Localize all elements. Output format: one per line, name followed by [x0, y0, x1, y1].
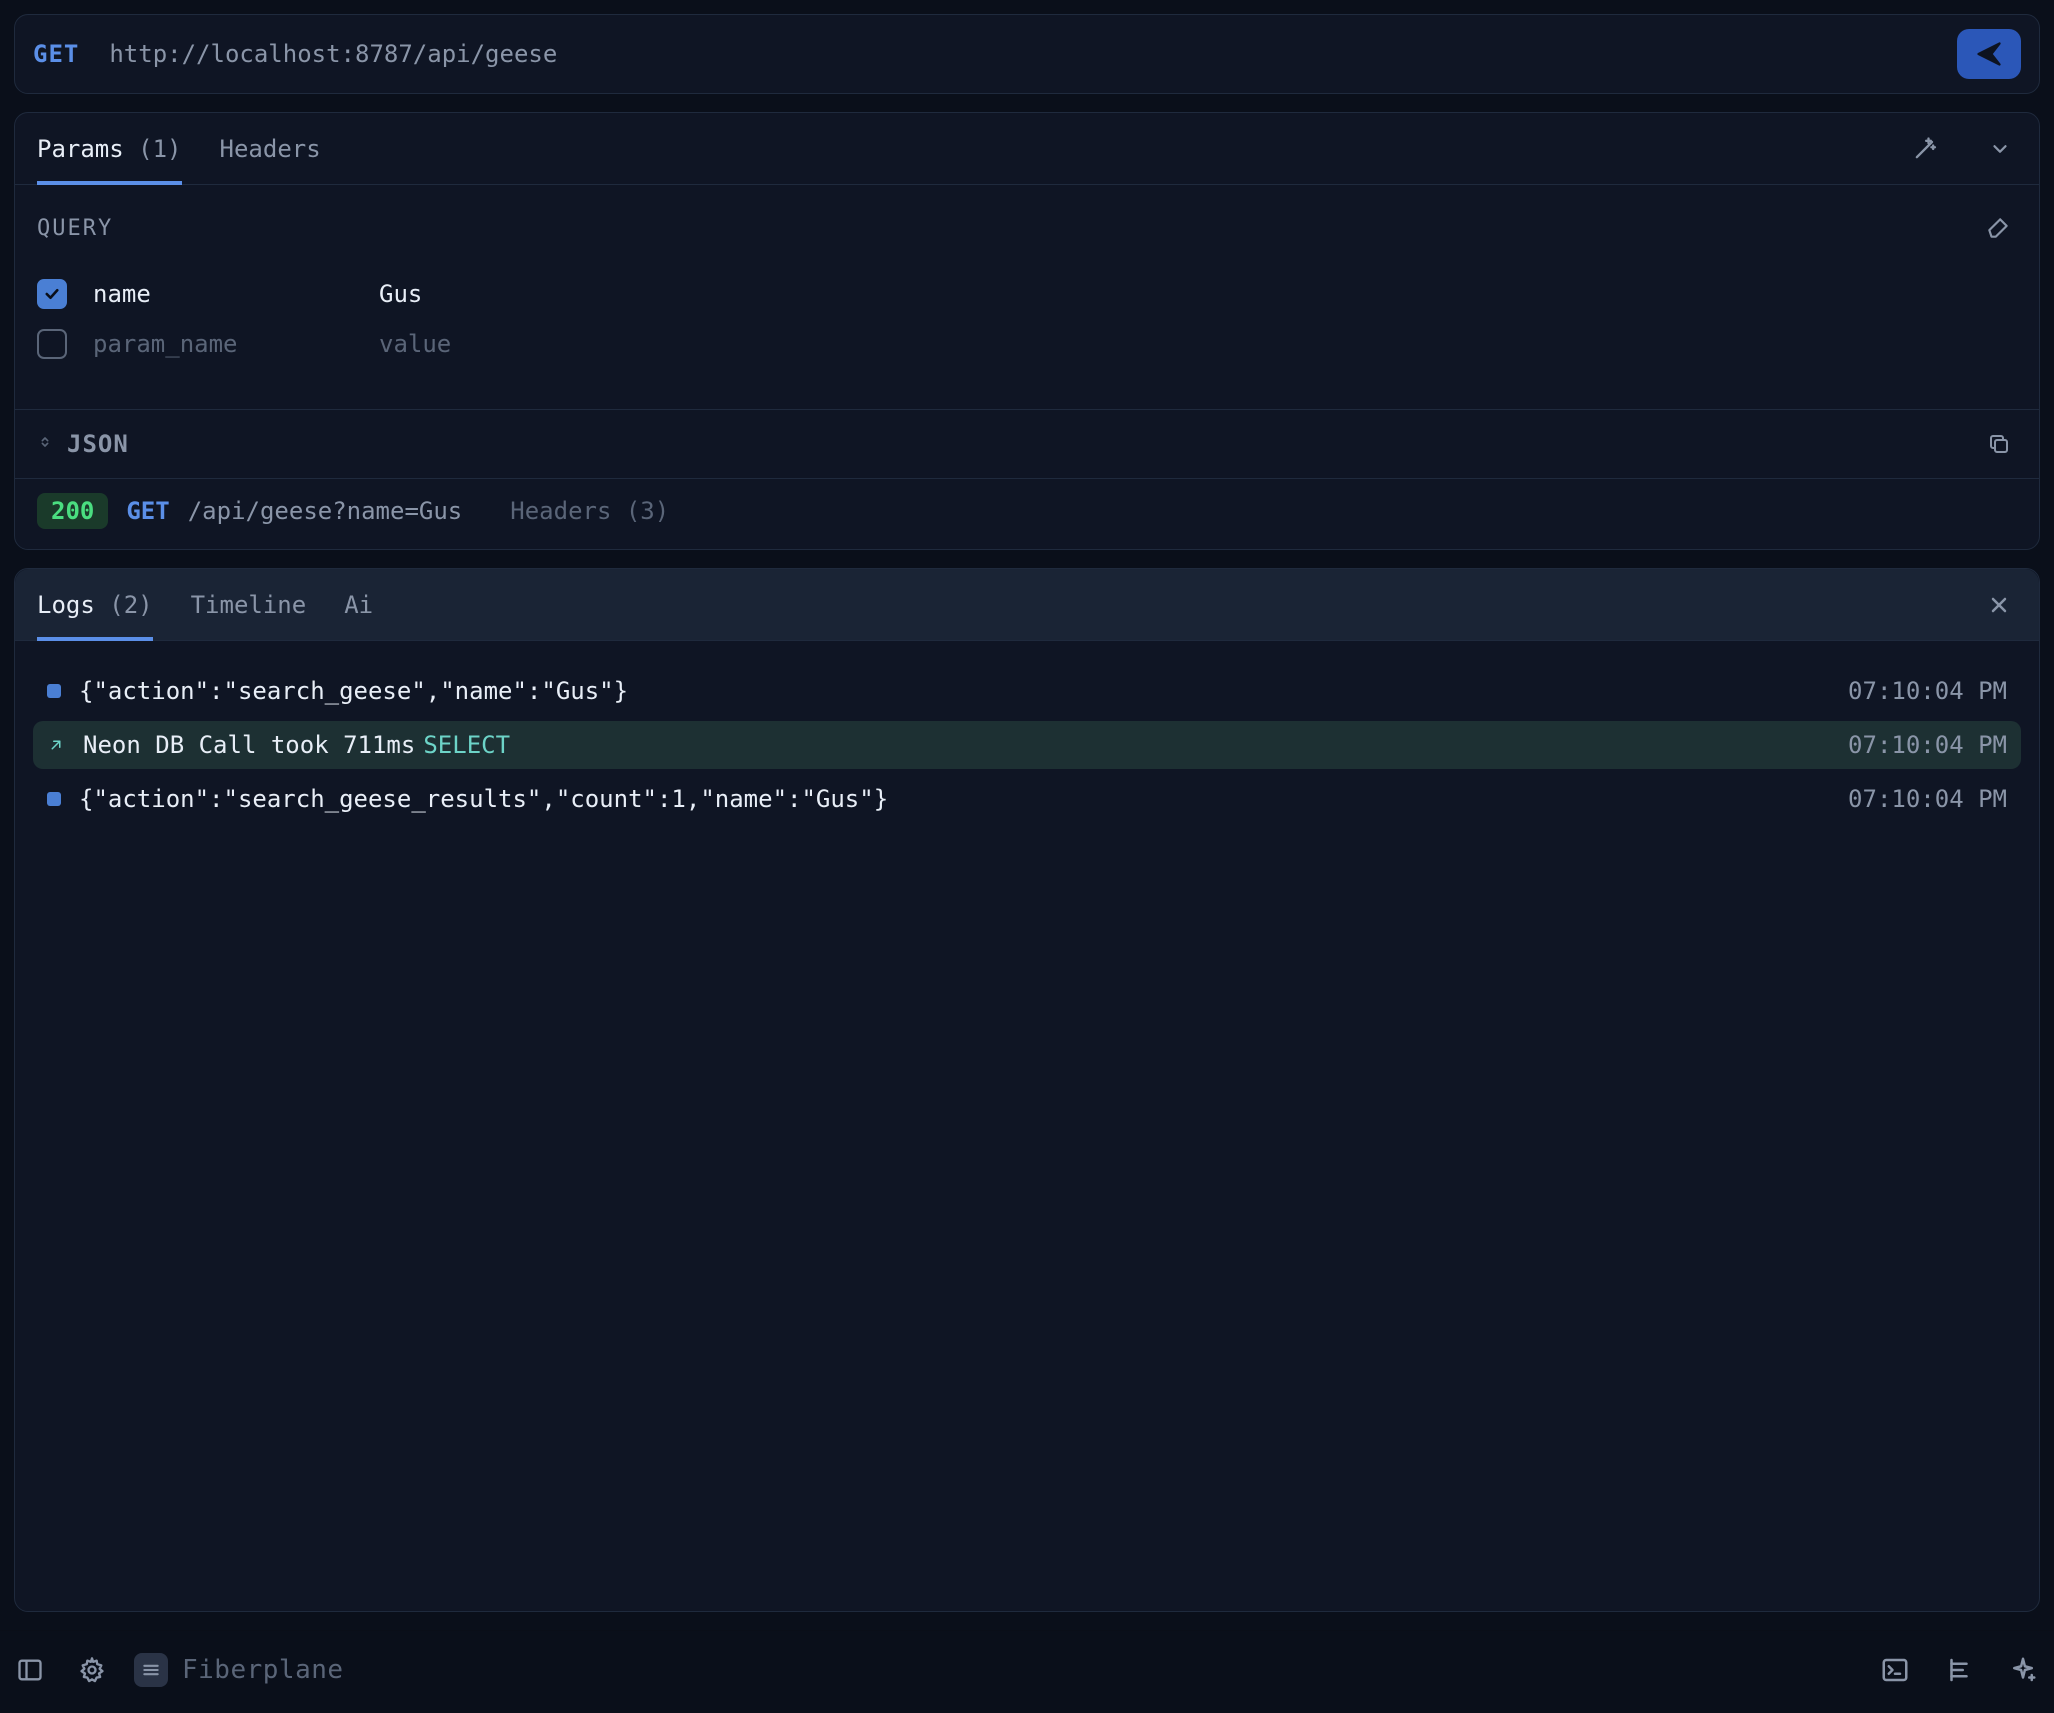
tab-logs[interactable]: Logs (2) [37, 569, 153, 641]
copy-icon [1987, 432, 2011, 456]
sort-icon[interactable] [37, 432, 53, 457]
close-icon [1987, 593, 2011, 617]
param-value-input[interactable] [379, 280, 2017, 308]
terminal-button[interactable] [1874, 1649, 1916, 1691]
tab-params-label: Params [37, 135, 124, 163]
gear-icon [78, 1656, 106, 1684]
tab-ai[interactable]: Ai [344, 569, 373, 641]
log-timestamp: 07:10:04 PM [1848, 677, 2007, 705]
url-input[interactable] [109, 40, 1927, 68]
tab-logs-count: (2) [109, 591, 152, 619]
settings-button[interactable] [72, 1650, 112, 1690]
log-message: Neon DB Call took 711msSELECT [83, 731, 1830, 759]
param-row-empty [37, 319, 2017, 369]
response-headers-count[interactable]: Headers (3) [510, 497, 669, 525]
expand-button[interactable] [1983, 132, 2017, 166]
brand-label: Fiberplane [182, 1655, 344, 1685]
chevron-down-icon [1989, 138, 2011, 160]
response-meta: JSON 200 GET /api/geese?name=Gus Headers… [15, 409, 2039, 549]
log-message: {"action":"search_geese","name":"Gus"} [79, 677, 1830, 705]
log-timestamp: 07:10:04 PM [1848, 785, 2007, 813]
logs-panel: Logs (2) Timeline Ai {"action":"search_g… [14, 568, 2040, 1612]
params-tabs: Params (1) Headers [15, 113, 2039, 185]
params-panel: Params (1) Headers QUERY [14, 112, 2040, 550]
param-row [37, 269, 2017, 319]
tab-params[interactable]: Params (1) [37, 113, 182, 185]
status-code-badge: 200 [37, 493, 108, 529]
database-icon [47, 736, 65, 754]
param-key-input[interactable] [93, 280, 353, 308]
copy-response-button[interactable] [1981, 426, 2017, 462]
tab-params-count: (1) [138, 135, 181, 163]
response-status-row: 200 GET /api/geese?name=Gus Headers (3) [15, 478, 2039, 549]
response-format-label[interactable]: JSON [67, 430, 129, 458]
log-message: {"action":"search_geese_results","count"… [79, 785, 1830, 813]
log-row[interactable]: {"action":"search_geese","name":"Gus"} 0… [33, 667, 2021, 715]
log-level-icon [47, 792, 61, 806]
param-key-input[interactable] [93, 330, 353, 358]
clear-params-button[interactable] [1979, 209, 2017, 247]
log-row[interactable]: {"action":"search_geese_results","count"… [33, 775, 2021, 823]
tab-logs-label: Logs [37, 591, 95, 619]
close-logs-button[interactable] [1981, 587, 2017, 623]
send-button[interactable] [1957, 29, 2021, 79]
response-format-row: JSON [15, 410, 2039, 478]
response-method: GET [126, 497, 169, 525]
tab-headers-label: Headers [220, 135, 321, 163]
param-value-input[interactable] [379, 330, 2017, 358]
param-checkbox[interactable] [37, 279, 67, 309]
terminal-icon [1880, 1655, 1910, 1685]
panel-left-icon [16, 1656, 44, 1684]
query-section-label: QUERY [37, 216, 113, 241]
sparkle-button[interactable] [2002, 1649, 2044, 1691]
tab-ai-label: Ai [344, 591, 373, 619]
log-tag: SELECT [423, 731, 510, 759]
tab-timeline-label: Timeline [191, 591, 307, 619]
sparkle-icon [2008, 1655, 2038, 1685]
log-timestamp: 07:10:04 PM [1848, 731, 2007, 759]
magic-wand-button[interactable] [1905, 129, 1945, 169]
magic-wand-icon [1911, 135, 1939, 163]
request-bar: GET [14, 14, 2040, 94]
check-icon [43, 285, 61, 303]
panel-toggle-button[interactable] [10, 1650, 50, 1690]
response-path: /api/geese?name=Gus [188, 497, 463, 525]
logs-body: {"action":"search_geese","name":"Gus"} 0… [15, 641, 2039, 849]
brand-icon [134, 1653, 168, 1687]
tab-headers[interactable]: Headers [220, 113, 321, 185]
param-checkbox[interactable] [37, 329, 67, 359]
layout-button[interactable] [1938, 1649, 1980, 1691]
brand[interactable]: Fiberplane [134, 1653, 344, 1687]
erase-icon [1985, 215, 2011, 241]
layout-icon [1944, 1655, 1974, 1685]
query-section: QUERY [15, 185, 2039, 409]
footer-bar: Fiberplane [0, 1630, 2054, 1713]
tab-timeline[interactable]: Timeline [191, 569, 307, 641]
log-level-icon [47, 684, 61, 698]
logs-tabs: Logs (2) Timeline Ai [15, 569, 2039, 641]
http-method[interactable]: GET [33, 40, 79, 68]
send-icon [1975, 40, 2003, 68]
log-row[interactable]: Neon DB Call took 711msSELECT 07:10:04 P… [33, 721, 2021, 769]
